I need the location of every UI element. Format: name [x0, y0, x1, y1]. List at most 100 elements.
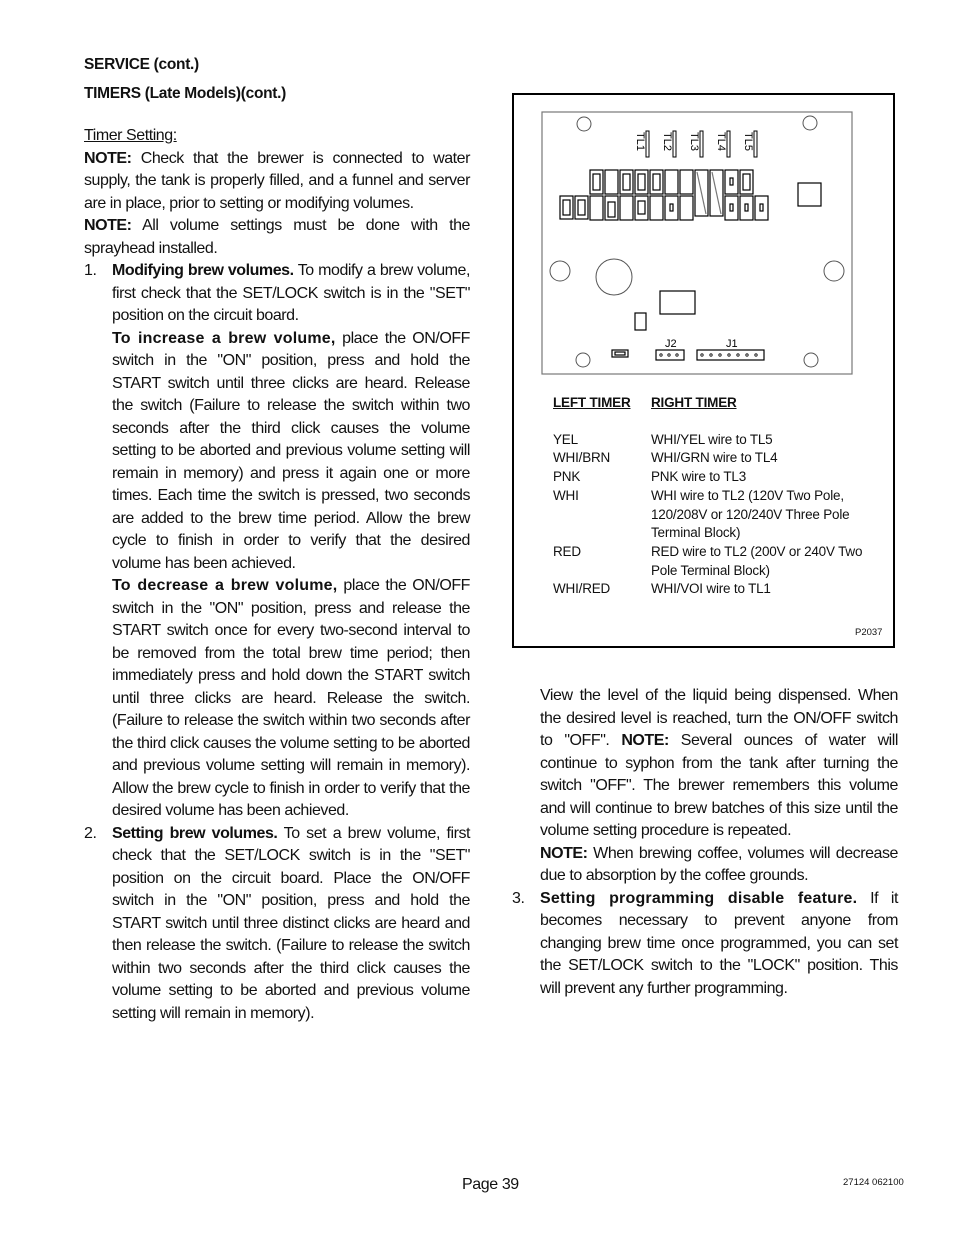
mounting-hole: [576, 116, 592, 132]
connector-pin: [745, 353, 749, 357]
relay-inner: [607, 201, 616, 218]
relay-inner: [592, 173, 601, 191]
relay-inner: [577, 199, 586, 216]
mounting-hole: [803, 352, 819, 368]
right-timer-wire: WHI/GRN wire to TL4: [651, 450, 778, 466]
transformer: [659, 290, 696, 315]
list-number: 3.: [512, 889, 525, 907]
left-timer-wire: PNK: [553, 469, 581, 485]
mounting-hole: [823, 260, 845, 282]
jumper-inner: [614, 351, 626, 356]
terminal-tab: [672, 130, 677, 158]
list-number: 2.: [84, 824, 97, 842]
note-label: NOTE:: [84, 149, 132, 167]
j1-label: J1: [726, 338, 738, 350]
connector-pin: [659, 353, 663, 357]
connector-pin: [736, 353, 740, 357]
note-label: NOTE:: [540, 844, 588, 862]
relay: [589, 195, 604, 221]
set-lock-switch: [634, 312, 647, 331]
connector-pin: [675, 353, 679, 357]
left-column: Timer Setting: NOTE: Check that the brew…: [84, 125, 470, 1025]
list-item-3: 3. Setting programming disable feature. …: [512, 888, 898, 1001]
relay-inner: [652, 173, 661, 191]
right-column: View the level of the liquid being dispe…: [512, 685, 898, 1000]
note-text: All volume settings must be done with th…: [84, 217, 470, 257]
timer-setting-subheading: Timer Setting:: [84, 127, 177, 144]
left-timer-wire: RED: [553, 543, 581, 559]
decrease-text: place the ON/OFF switch in the "ON" posi…: [112, 577, 470, 819]
increase-title: To increase a brew volume,: [112, 329, 336, 347]
left-timer-header: LEFT TIMER: [553, 395, 631, 410]
legend-row: WHI/BRN WHI/GRN wire to TL4: [553, 449, 881, 468]
right-timer-header: RIGHT TIMER: [651, 395, 737, 410]
section-heading: SERVICE (cont.): [84, 56, 199, 73]
figure-id: P2037: [855, 627, 883, 638]
terminal-tab: [699, 130, 704, 158]
decrease-title: To decrease a brew volume,: [112, 577, 338, 594]
left-timer-wire: WHI/BRN: [553, 450, 611, 466]
item-title: Modifying brew volumes.: [112, 262, 294, 279]
item-text: To set a brew volume, first check that t…: [112, 824, 470, 1022]
page-number: Page 39: [462, 1176, 519, 1193]
terminal-label: TL2: [661, 132, 673, 151]
legend-row: YEL WHI/YEL wire to TL5: [553, 431, 881, 450]
right-timer-wire: PNK wire to TL3: [651, 469, 747, 485]
document-code: 27124 062100: [843, 1177, 904, 1188]
connector-pin: [727, 353, 731, 357]
note-label: NOTE:: [84, 217, 132, 234]
note-label: NOTE:: [621, 732, 669, 749]
terminal-label: TL3: [688, 132, 700, 151]
list-item-2: 2. Setting brew volumes. To set a brew v…: [84, 823, 470, 1026]
connector-pin: [718, 353, 722, 357]
connector-pin: [709, 353, 713, 357]
mounting-hole: [549, 260, 571, 282]
legend-row: WHI/RED WHI/VOI wire to TL1: [553, 580, 881, 599]
terminal-tab: [753, 130, 758, 158]
legend-row: PNK PNK wire to TL3: [553, 468, 881, 487]
list-number: 1.: [84, 262, 97, 279]
right-timer-wire: WHI wire to TL2 (120V Two Pole, 120/208V…: [651, 487, 850, 541]
item-title: Setting brew volumes.: [112, 824, 278, 842]
relay: [664, 169, 679, 195]
relay: [679, 195, 694, 221]
terminal-label: TL1: [634, 132, 646, 151]
legend-row: RED RED wire to TL2 (200V or 240V Two Pol…: [553, 543, 881, 580]
note-text: When brewing coffee, volumes will decrea…: [540, 844, 898, 885]
note-water-supply: NOTE: Check that the brewer is connected…: [84, 148, 470, 216]
left-timer-wire: WHI: [553, 487, 579, 503]
terminal-label: TL4: [715, 132, 727, 151]
legend-row: WHI WHI wire to TL2 (120V Two Pole, 120/2…: [553, 487, 881, 543]
mounting-hole: [802, 115, 818, 131]
relay: [619, 195, 634, 221]
left-timer-wire: WHI/RED: [553, 581, 611, 597]
relay: [604, 169, 619, 195]
relay-inner: [729, 177, 734, 186]
relay-inner: [669, 203, 674, 212]
list-item-1: 1. Modifying brew volumes. To modify a b…: [84, 260, 470, 823]
relay-inner: [759, 203, 764, 212]
terminal-tab: [726, 130, 731, 158]
board-outline: [541, 111, 853, 375]
capacitor-circle: [595, 258, 633, 296]
connector-pin: [754, 353, 758, 357]
relay-inner: [562, 199, 571, 216]
j2-label: J2: [665, 338, 677, 350]
relay-inner: [637, 173, 646, 191]
relay-inner: [729, 203, 734, 212]
terminal-tab: [645, 130, 650, 158]
note-text: Check that the brewer is connected to wa…: [84, 149, 470, 212]
right-timer-wire: RED wire to TL2 (200V or 240V Two Pole T…: [651, 543, 863, 578]
ic-chip: [797, 182, 822, 207]
relay-inner: [742, 173, 751, 191]
right-timer-wire: WHI/YEL wire to TL5: [651, 431, 773, 447]
relay-inner: [637, 200, 646, 215]
connector-pin: [667, 353, 671, 357]
connector-pin: [700, 353, 704, 357]
circuit-board-diagram: TL1 TL2 TL3 TL4 TL5 J2 J1: [541, 111, 853, 375]
left-timer-wire: YEL: [553, 431, 578, 447]
mounting-hole: [575, 352, 591, 368]
wiring-legend: LEFT TIMER RIGHT TIMER YEL WHI/YEL wire t…: [553, 394, 881, 599]
terminal-label: TL5: [742, 132, 754, 151]
right-timer-wire: WHI/VOI wire to TL1: [651, 581, 771, 597]
